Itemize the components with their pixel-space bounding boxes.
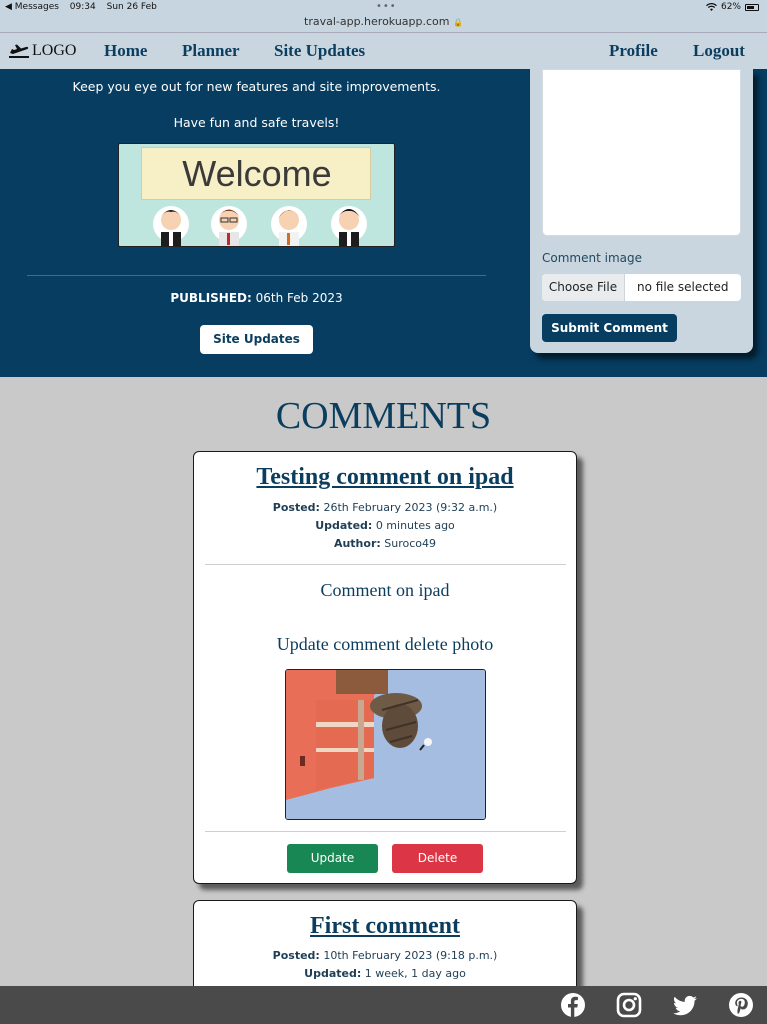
published-label: PUBLISHED: <box>170 291 252 305</box>
hero-divider <box>27 275 486 276</box>
submit-comment-button[interactable]: Submit Comment <box>542 314 677 342</box>
hero-line-1: Keep you eye out for new features and si… <box>72 79 441 94</box>
status-left: ◀ Messages 09:34 Sun 26 Feb <box>5 2 165 12</box>
status-time: 09:34 <box>69 2 96 12</box>
ios-status-bar: ◀ Messages 09:34 Sun 26 Feb ••• traval-a… <box>0 0 767 32</box>
posted-value: 26th February 2023 (9:32 a.m.) <box>323 501 498 514</box>
comments-heading: COMMENTS <box>275 395 492 437</box>
comment-card: Testing comment on ipad Posted: 26th Feb… <box>193 451 577 884</box>
logo-text: LOGO <box>32 42 77 59</box>
instagram-icon[interactable] <box>615 991 643 1019</box>
status-date: Sun 26 Feb <box>106 2 157 12</box>
nav-home[interactable]: Home <box>104 41 147 61</box>
footer <box>0 986 767 1024</box>
navbar: LOGO Home Planner Site Updates Profile L… <box>0 32 767 69</box>
site-updates-button[interactable]: Site Updates <box>200 325 313 354</box>
posted-value: 10th February 2023 (9:18 p.m.) <box>323 949 498 962</box>
url-text: traval-app.herokuapp.com <box>304 15 450 28</box>
comment-photo <box>285 669 486 820</box>
stork-nest-photo <box>286 670 485 819</box>
facebook-icon[interactable] <box>559 991 587 1019</box>
nav-profile[interactable]: Profile <box>609 41 658 61</box>
card-divider <box>205 564 566 565</box>
delete-comment-button[interactable]: Delete <box>392 844 483 873</box>
comment-posted: Posted: 10th February 2023 (9:18 p.m.) <box>194 949 576 962</box>
airplane-icon <box>9 44 29 58</box>
updated-label: Updated: <box>315 519 373 532</box>
battery-percent: 62% <box>720 2 741 12</box>
file-status-text: no file selected <box>637 280 729 294</box>
author-label: Author: <box>333 537 381 550</box>
choose-file-button[interactable]: Choose File <box>542 274 625 301</box>
updated-value: 0 minutes ago <box>375 519 455 532</box>
published-date: PUBLISHED: 06th Feb 2023 <box>0 291 513 305</box>
lock-icon: 🔒 <box>453 18 463 27</box>
comment-updated: Updated: 1 week, 1 day ago <box>194 967 576 980</box>
battery-icon <box>745 3 759 11</box>
comment-posted: Posted: 26th February 2023 (9:32 a.m.) <box>194 501 576 514</box>
comment-body-line-1: Comment on ipad <box>320 580 450 600</box>
twitter-icon[interactable] <box>671 991 699 1019</box>
address-bar[interactable]: traval-app.herokuapp.com 🔒 <box>0 15 767 28</box>
posted-label: Posted: <box>272 501 320 514</box>
multitask-dots-icon[interactable]: ••• <box>376 1 397 12</box>
comment-body-line-2: Update comment delete photo <box>276 634 494 654</box>
comment-image-label: Comment image <box>542 251 642 265</box>
posted-label: Posted: <box>272 949 320 962</box>
hero-line-2: Have fun and safe travels! <box>173 115 340 130</box>
updated-value: 1 week, 1 day ago <box>364 967 466 980</box>
author-value: Suroco49 <box>384 537 437 550</box>
comment-title-link[interactable]: First comment <box>194 913 576 940</box>
comment-image-file-input[interactable]: Choose File no file selected <box>542 274 741 301</box>
nav-logout[interactable]: Logout <box>693 41 745 61</box>
comment-author: Author: Suroco49 <box>194 537 576 550</box>
cartoon-people-illustration <box>153 206 367 246</box>
logo[interactable]: LOGO <box>9 42 76 60</box>
comment-textarea[interactable] <box>542 69 741 236</box>
card-divider <box>205 831 566 832</box>
comment-updated: Updated: 0 minutes ago <box>194 519 576 532</box>
pinterest-icon[interactable] <box>727 991 755 1019</box>
nav-planner[interactable]: Planner <box>182 41 240 61</box>
published-value: 06th Feb 2023 <box>255 291 343 305</box>
welcome-image: Welcome <box>118 143 395 247</box>
comment-title-link[interactable]: Testing comment on ipad <box>194 464 576 491</box>
comment-form-panel: Comment image Choose File no file select… <box>530 69 753 353</box>
update-comment-button[interactable]: Update <box>287 844 378 873</box>
status-right: 62% <box>706 2 759 12</box>
back-to-messages[interactable]: ◀ Messages <box>5 2 59 12</box>
nav-site-updates[interactable]: Site Updates <box>274 41 365 61</box>
updated-label: Updated: <box>304 967 362 980</box>
wifi-icon <box>706 2 717 11</box>
